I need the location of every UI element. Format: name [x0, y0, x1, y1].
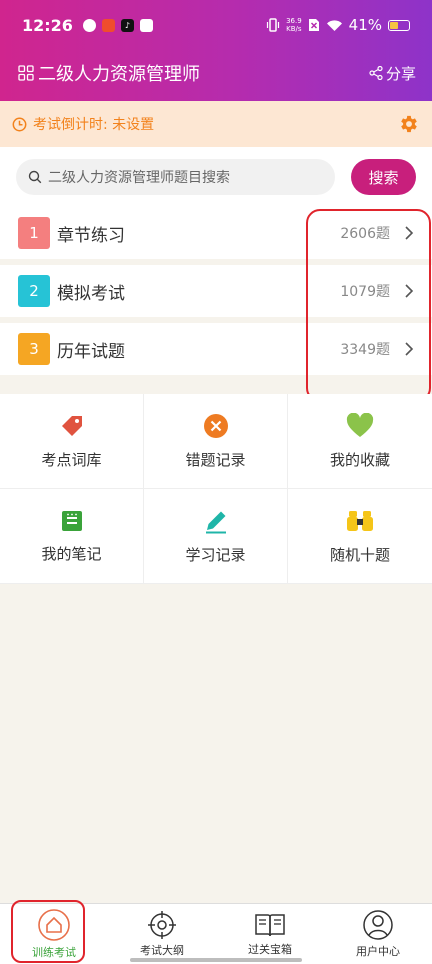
item-count: 3349题 [340, 342, 390, 358]
chevron-right-icon [405, 342, 414, 356]
search-button[interactable]: 搜索 [351, 159, 416, 195]
gear-icon[interactable] [398, 113, 420, 135]
nav-label: 用户中心 [356, 945, 400, 958]
network-speed: 36.9 KB/s [286, 17, 302, 33]
tool-label: 我的收藏 [329, 450, 390, 469]
countdown-text: 考试倒计时: 未设置 [33, 117, 155, 133]
tool-label: 我的笔记 [41, 544, 102, 563]
network-speed-unit: KB/s [286, 25, 302, 33]
nav-label: 考试大纲 [140, 944, 184, 957]
tool-wrong-answers[interactable]: 错题记录 [144, 394, 288, 489]
status-bar: 12:26 ♪ 36.9 KB/s 41% [0, 0, 432, 50]
app-notification-icon [82, 18, 96, 32]
status-time: 12:26 [22, 15, 73, 35]
search-icon [28, 170, 42, 184]
tool-keyword-bank[interactable]: 考点词库 [0, 394, 144, 489]
share-icon [369, 66, 383, 80]
app-header: 12:26 ♪ 36.9 KB/s 41% 二级人力资源管理师 分享 [0, 0, 432, 101]
network-speed-value: 36.9 [286, 17, 302, 25]
bottom-nav: 训练考试 考试大纲 过关宝箱 用户中心 [0, 903, 432, 964]
share-button[interactable]: 分享 [369, 63, 416, 84]
item-label: 章节练习 [57, 225, 125, 246]
app-title-text: 二级人力资源管理师 [38, 64, 200, 85]
app-notification-icon [139, 18, 153, 32]
app-bar: 二级人力资源管理师 分享 [0, 50, 432, 96]
user-icon [363, 910, 393, 940]
exam-countdown-bar: 考试倒计时: 未设置 [0, 101, 432, 147]
gesture-bar[interactable] [130, 958, 302, 962]
item-label: 历年试题 [57, 341, 125, 362]
nav-tab-user-center[interactable]: 用户中心 [324, 904, 432, 964]
tool-label: 学习记录 [185, 545, 246, 564]
battery-percent: 41% [348, 16, 382, 34]
target-icon [148, 911, 176, 939]
vibrate-icon [266, 18, 280, 32]
book-icon [255, 914, 285, 937]
item-count: 2606题 [340, 226, 390, 242]
nav-label: 训练考试 [32, 946, 76, 959]
grid-menu-icon[interactable] [18, 65, 34, 81]
clock-icon [12, 117, 27, 131]
pencil-icon [205, 511, 226, 533]
close-circle-icon [203, 413, 228, 438]
item-number-badge: 3 [18, 333, 50, 365]
sim-icon [308, 19, 319, 31]
item-count: 1079题 [340, 284, 390, 300]
app-notification-icon [101, 18, 115, 32]
list-item-mock-exam[interactable]: 2 模拟考试 1079题 [0, 265, 432, 317]
nav-label: 过关宝箱 [248, 943, 292, 956]
nav-tab-treasure-box[interactable]: 过关宝箱 [216, 904, 324, 964]
practice-list: 1 章节练习 2606题 2 模拟考试 1079题 3 历年试题 3349题 [0, 207, 432, 381]
search-input[interactable]: 二级人力资源管理师题目搜索 [16, 159, 335, 195]
tool-notes[interactable]: 我的笔记 [0, 489, 144, 584]
tools-grid: 考点词库 错题记录 我的收藏 我的笔记 学习记录 随机十题 [0, 394, 432, 584]
nav-tab-training-exam[interactable]: 训练考试 [0, 904, 108, 964]
tool-label: 错题记录 [185, 450, 246, 469]
tool-label: 考点词库 [41, 450, 102, 469]
tool-random-ten[interactable]: 随机十题 [288, 489, 432, 584]
battery-icon [388, 19, 410, 31]
list-item-past-papers[interactable]: 3 历年试题 3349题 [0, 323, 432, 375]
share-label: 分享 [385, 64, 416, 83]
chevron-right-icon [405, 284, 414, 298]
item-number-badge: 2 [18, 275, 50, 307]
wifi-icon [326, 19, 342, 31]
tool-study-records[interactable]: 学习记录 [144, 489, 288, 584]
home-icon [38, 909, 70, 941]
app-title: 二级人力资源管理师 [18, 60, 200, 86]
heart-icon [346, 412, 374, 437]
tool-favorites[interactable]: 我的收藏 [288, 394, 432, 489]
nav-tab-syllabus[interactable]: 考试大纲 [108, 904, 216, 964]
note-icon [61, 510, 82, 531]
chevron-right-icon [405, 226, 414, 240]
item-label: 模拟考试 [57, 283, 125, 304]
tag-icon [61, 415, 82, 436]
item-number-badge: 1 [18, 217, 50, 249]
search-row: 二级人力资源管理师题目搜索 搜索 [0, 147, 432, 207]
binoculars-icon [347, 510, 373, 531]
tool-label: 随机十题 [329, 545, 390, 564]
search-placeholder: 二级人力资源管理师题目搜索 [48, 170, 230, 186]
tiktok-notification-icon: ♪ [120, 18, 134, 32]
list-item-chapter-practice[interactable]: 1 章节练习 2606题 [0, 207, 432, 259]
